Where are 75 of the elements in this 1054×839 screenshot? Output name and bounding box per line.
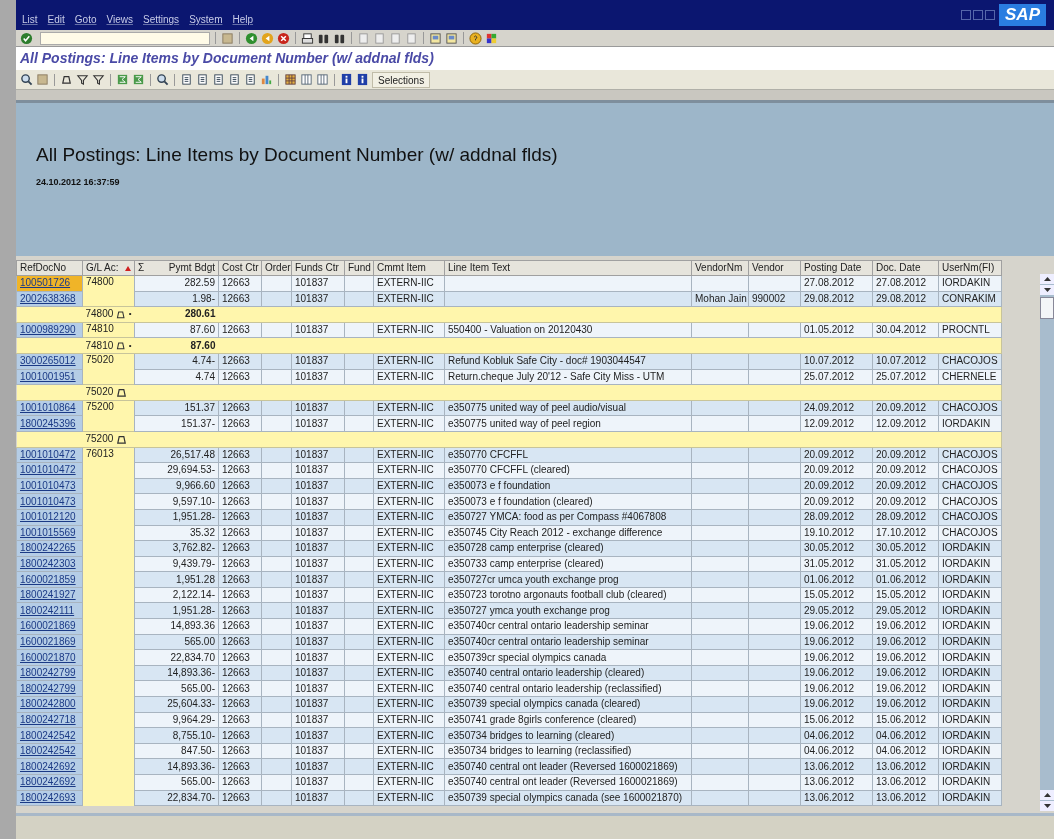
columns-icon[interactable] [300,73,313,86]
maximize-icon[interactable] [973,10,984,20]
chart-icon[interactable] [260,73,273,86]
scroll-down-icon[interactable] [1040,285,1054,295]
check-icon[interactable] [20,31,33,45]
funnel-icon[interactable] [76,73,89,86]
column-header[interactable]: Order [261,260,292,276]
document-icon[interactable] [180,73,193,86]
column-header[interactable]: Vendor [748,260,801,276]
column-header[interactable]: UserNm(FI) [938,260,1002,276]
document-icon[interactable] [244,73,257,86]
grid-icon[interactable] [284,73,297,86]
timestamp: 24.10.2012 16:37:59 [36,175,121,189]
menu-item[interactable]: System [189,12,223,27]
scrollbar[interactable] [1040,274,1054,811]
menu-item[interactable]: Edit [47,12,65,27]
sum-icon[interactable] [132,73,145,86]
screen-title: All Postings: Line Items by Document Number (w/ addnal flds) [20,49,434,68]
table-cell: 74800 [86,276,114,287]
document-icon[interactable] [196,73,209,86]
column-header[interactable]: Funds Ctr [291,260,345,276]
print-icon[interactable] [301,31,314,45]
subtotal-marker: • [128,339,132,352]
document-icon[interactable] [212,73,225,86]
table-cell: 74810 [85,339,114,352]
funnel-icon[interactable] [92,73,105,86]
table-cell: 76013 [86,447,114,459]
info-icon[interactable] [356,73,369,86]
sort-ascending-icon [125,265,131,271]
magnifier-icon[interactable] [156,73,169,86]
table-cell: 74810 [86,322,114,334]
menu-item[interactable]: Views [106,12,133,27]
column-header[interactable]: VendorNm [691,260,749,276]
logo: SAP [999,4,1046,26]
bell-icon [115,308,127,321]
column-header[interactable]: Cost Ctr [218,260,262,276]
command-field[interactable] [40,31,210,45]
help-icon[interactable] [469,31,482,45]
window-icon[interactable] [429,31,442,45]
palette-icon[interactable] [485,31,498,45]
column-header[interactable]: Fund [344,260,374,276]
table-cell: 75200 [86,400,114,412]
window-icon[interactable] [445,31,458,45]
info-icon[interactable] [340,73,353,86]
cancel-icon[interactable] [277,31,290,45]
document-icon[interactable] [228,73,241,86]
minimize-icon[interactable] [961,10,972,20]
scroll-up-icon[interactable] [1040,274,1054,284]
list-title: All Postings: Line Items by Document Number (w/ addnal flds) [36,143,559,167]
sum-icon[interactable] [116,73,129,86]
column-header[interactable]: Pymt Bdgt [168,262,215,274]
magnifier-icon[interactable] [20,73,33,86]
column-header[interactable]: Posting Date [800,260,873,276]
scroll-thumb[interactable] [1040,297,1054,319]
column-header[interactable]: Line Item Text [444,260,692,276]
menu-item[interactable]: Help [232,12,254,27]
columns-icon[interactable] [316,73,329,86]
menu-item[interactable]: List [22,12,38,27]
bell-icon[interactable] [60,73,73,86]
scroll-down-icon[interactable] [1040,801,1054,811]
table-cell: 75200 [85,433,114,446]
menu-item[interactable]: Goto [74,12,97,27]
selections-button[interactable]: Selections [372,71,431,88]
table-cell: 75020 [85,386,114,399]
sum-marker: Σ [138,262,145,274]
table-cell: 74800 [85,308,114,321]
menu-item[interactable]: Settings [143,12,180,27]
back-icon[interactable] [245,31,258,45]
subtotal-marker: • [128,308,132,321]
column-header[interactable]: Doc. Date [872,260,939,276]
close-icon[interactable] [985,10,996,20]
column-header[interactable]: Cmmt Item [373,260,445,276]
table-cell: 75020 [86,353,114,365]
column-header[interactable]: RefDocNo [16,260,83,276]
scroll-up-icon[interactable] [1040,790,1054,800]
